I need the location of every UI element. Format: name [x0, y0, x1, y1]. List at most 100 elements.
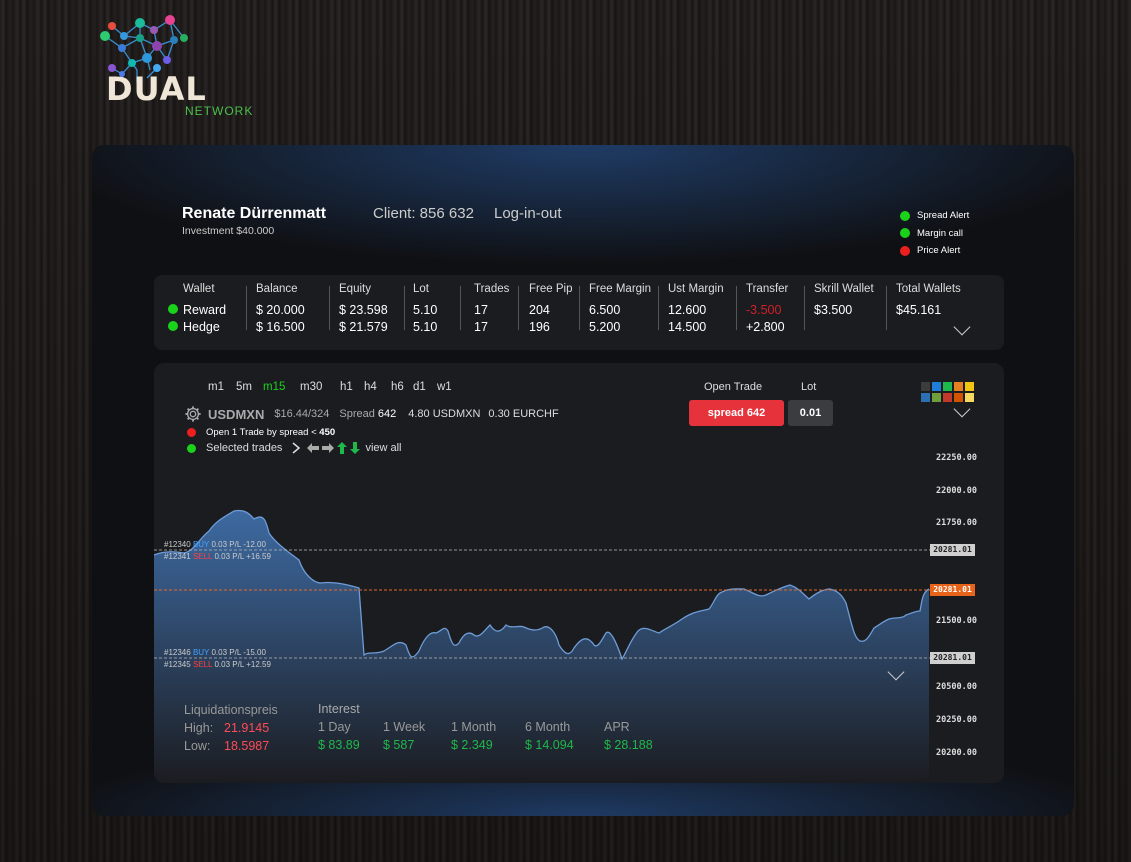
interest-col: 1 Day $ 83.89	[318, 720, 360, 752]
cell: 6.500	[589, 303, 621, 317]
interest-label: 6 Month	[525, 720, 571, 734]
y-tick: 20250.00	[936, 715, 977, 725]
high-label: High:	[184, 721, 214, 735]
total-column: Total Wallets $45.161	[896, 283, 961, 320]
cell: 196	[529, 320, 550, 334]
client-id: Client: 856 632	[373, 205, 474, 222]
price-tag-current: 20281.01	[930, 584, 975, 596]
lot-column: Lot 5.10 5.10	[413, 283, 437, 337]
divider	[658, 286, 659, 330]
interest-value: $ 14.094	[525, 738, 574, 752]
divider	[404, 286, 405, 330]
alert-label: Spread Alert	[917, 210, 970, 222]
brand-subtitle: NETWORK	[185, 104, 254, 118]
y-tick: 21750.00	[936, 518, 977, 528]
cell: 17	[474, 303, 488, 317]
interest-label: 1 Week	[383, 720, 426, 734]
status-dot-icon	[168, 304, 178, 314]
trade-label[interactable]: #12340 BUY 0.03 P/L -12.00	[164, 540, 266, 549]
wallet-column: Wallet Reward Hedge	[168, 283, 226, 337]
cell: $45.161	[896, 303, 942, 317]
equity-column: Equity $ 23.598 $ 21.579	[339, 283, 388, 337]
low-label: Low:	[184, 739, 211, 753]
column-header: Balance	[256, 283, 298, 295]
cell: $3.500	[814, 303, 853, 317]
column-header: Equity	[339, 283, 371, 295]
status-dot-icon	[168, 321, 178, 331]
balance-column: Balance $ 20.000 $ 16.500	[256, 283, 305, 337]
dashboard-panel: Renate Dürrenmatt Investment $40.000 Cli…	[92, 145, 1074, 816]
divider	[579, 286, 580, 330]
column-header: Free Margin	[589, 283, 651, 295]
price-chart[interactable]	[154, 363, 1004, 783]
column-header: Trades	[474, 283, 510, 295]
price-tag: 20281.01	[930, 544, 975, 556]
alert-label: Price Alert	[917, 245, 961, 257]
interest-label: 1 Month	[451, 720, 497, 734]
interest-col: 1 Week $ 587	[383, 720, 425, 752]
wallet-row-hedge[interactable]: Hedge	[168, 320, 226, 337]
margin-call-alert[interactable]: Margin call	[900, 225, 969, 243]
divider	[460, 286, 461, 330]
spread-alert[interactable]: Spread Alert	[900, 207, 969, 225]
interest-label: 1 Day	[318, 720, 351, 734]
y-tick: 21500.00	[936, 616, 977, 626]
liquidation-title: Liquidationspreis	[184, 703, 278, 717]
low-value: 18.5987	[224, 739, 270, 753]
status-dot-icon	[900, 228, 910, 239]
interest-value: $ 28.188	[604, 738, 653, 752]
login-logout-link[interactable]: Log-in-out	[494, 205, 562, 222]
trade-label[interactable]: #12341 SELL 0.03 P/L +16.59	[164, 552, 271, 561]
high-value: 21.9145	[224, 721, 270, 735]
column-header: Lot	[413, 283, 429, 295]
cell: 14.500	[668, 320, 707, 334]
wallet-name: Reward	[183, 303, 227, 317]
divider	[804, 286, 805, 330]
divider	[518, 286, 519, 330]
brand-wordmark: DUAL	[106, 70, 207, 108]
free-margin-column: Free Margin 6.500 5.200	[589, 283, 651, 337]
cell: $ 20.000	[256, 303, 305, 317]
wallet-row-reward[interactable]: Reward	[168, 303, 226, 320]
y-tick: 20500.00	[936, 682, 977, 692]
column-header: Total Wallets	[896, 283, 961, 295]
interest-col: 1 Month $ 2.349	[451, 720, 496, 752]
trade-label[interactable]: #12345 SELL 0.03 P/L +12.59	[164, 660, 271, 669]
cell: 5.10	[413, 320, 438, 334]
ust-margin-column: Ust Margin 12.600 14.500	[668, 283, 724, 337]
divider	[246, 286, 247, 330]
user-name: Renate Dürrenmatt	[182, 205, 327, 222]
wallet-name: Hedge	[183, 320, 220, 334]
cell: $ 23.598	[339, 303, 388, 317]
trades-column: Trades 17 17	[474, 283, 509, 337]
cell: $ 21.579	[339, 320, 388, 334]
price-alert[interactable]: Price Alert	[900, 242, 969, 260]
column-header: Wallet	[183, 283, 215, 295]
cell: $ 16.500	[256, 320, 305, 334]
column-header: Free Pip	[529, 283, 573, 295]
divider	[329, 286, 330, 330]
transfer-column: Transfer -3.500 +2.800	[746, 283, 788, 337]
chevron-down-icon[interactable]	[953, 318, 971, 336]
y-tick: 22250.00	[936, 453, 977, 463]
cell: 17	[474, 320, 488, 334]
interest-col: APR $ 28.188	[604, 720, 653, 752]
trade-label[interactable]: #12346 BUY 0.03 P/L -15.00	[164, 648, 266, 657]
cell: +2.800	[746, 320, 785, 334]
investment-amount: Investment $40.000	[182, 225, 275, 237]
skrill-column: Skrill Wallet $3.500	[814, 283, 874, 320]
status-dot-icon	[900, 210, 910, 221]
price-tag: 20281.01	[930, 652, 975, 664]
cell: 12.600	[668, 303, 707, 317]
wallet-table: Wallet Reward Hedge Balance $ 20.000 $ 1…	[154, 275, 1004, 350]
interest-label: APR	[604, 720, 630, 734]
interest-value: $ 587	[383, 738, 415, 752]
interest-value: $ 83.89	[318, 738, 360, 752]
interest-title: Interest	[318, 702, 360, 716]
liquidation-section: Liquidationspreis High: 21.9145 Low: 18.59…	[184, 703, 278, 753]
column-header: Transfer	[746, 283, 789, 295]
y-tick: 20200.00	[936, 748, 977, 758]
divider	[886, 286, 887, 330]
interest-col: 6 Month $ 14.094	[525, 720, 574, 752]
column-header: Skrill Wallet	[814, 283, 874, 295]
